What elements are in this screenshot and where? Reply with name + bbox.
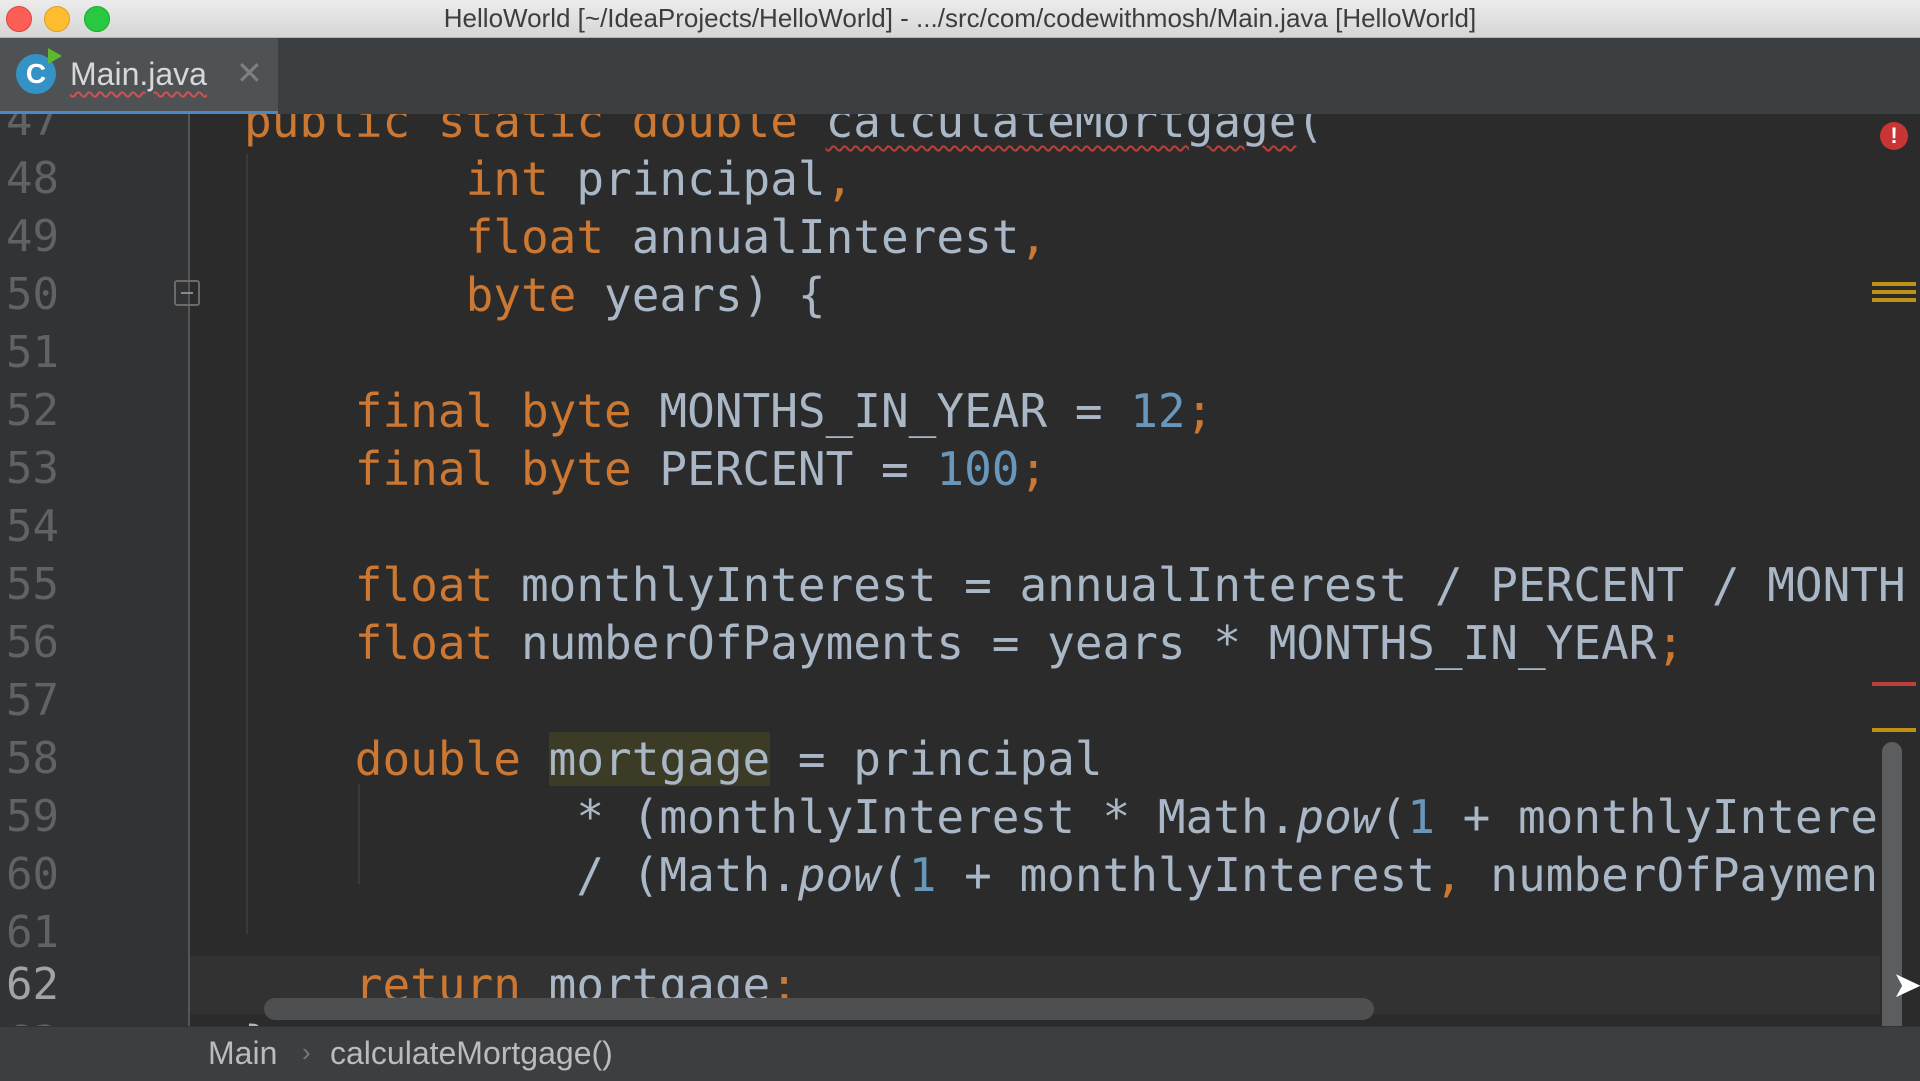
line-number: 60 (6, 849, 59, 900)
line-number: 63 (0, 1014, 66, 1026)
code-line: 47 public static double calculateMortgag… (0, 114, 1920, 150)
code-text: / (Math.pow(1 + monthlyInterest, numberO… (244, 848, 1879, 902)
code-text: final byte MONTHS_IN_YEAR = 12; (354, 384, 1214, 438)
line-number: 51 (6, 327, 59, 378)
code-line: 59 * (monthlyInterest * Math.pow(1 + mon… (0, 788, 1920, 846)
code-line: 52 final byte MONTHS_IN_YEAR = 12; (0, 382, 1920, 440)
code-text: public static double calculateMortgage( (244, 114, 1325, 148)
breadcrumb: Main › calculateMortgage() (0, 1026, 1920, 1081)
code-text: float monthlyInterest = annualInterest /… (354, 558, 1906, 612)
code-editor[interactable]: 47 public static double calculateMortgag… (0, 114, 1920, 1026)
code-text: float annualInterest, (465, 210, 1048, 264)
line-number: 49 (6, 211, 59, 262)
breadcrumb-item-method[interactable]: calculateMortgage() (330, 1035, 613, 1072)
code-text: double mortgage = principal (354, 732, 1103, 786)
title-bar: HelloWorld [~/IdeaProjects/HelloWorld] -… (0, 0, 1920, 38)
code-line: 50 byte years) { (0, 266, 1920, 324)
code-line: 60 / (Math.pow(1 + monthlyInterest, numb… (0, 846, 1920, 904)
tab-close-icon[interactable]: ✕ (236, 54, 263, 92)
run-indicator-icon (48, 48, 62, 64)
code-line: 49 float annualInterest, (0, 208, 1920, 266)
code-line: 61 (0, 904, 1920, 962)
window-title: HelloWorld [~/IdeaProjects/HelloWorld] -… (443, 3, 1477, 33)
line-number: 57 (6, 675, 59, 726)
line-number: 61 (6, 907, 59, 958)
code-line: 55 float monthlyInterest = annualInteres… (0, 556, 1920, 614)
code-line: 51 (0, 324, 1920, 382)
line-number: 48 (6, 153, 59, 204)
error-stripe[interactable] (1872, 682, 1916, 686)
code-line: 48 int principal, (0, 150, 1920, 208)
code-line: 54 (0, 498, 1920, 556)
line-number: 47 (6, 114, 59, 146)
horizontal-scrollbar[interactable] (264, 998, 1374, 1020)
code-text: int principal, (465, 152, 854, 206)
warning-stripe[interactable] (1872, 290, 1916, 294)
code-line: 57 (0, 672, 1920, 730)
line-number: 53 (6, 443, 59, 494)
line-number: 54 (6, 501, 59, 552)
line-number: 52 (6, 385, 59, 436)
error-indicator-icon[interactable]: ! (1880, 122, 1908, 150)
breadcrumb-item-main[interactable]: Main (208, 1035, 277, 1072)
line-number: 58 (6, 733, 59, 784)
warning-stripe[interactable] (1872, 728, 1916, 732)
warning-stripe[interactable] (1872, 298, 1916, 302)
code-line: 56 float numberOfPayments = years * MONT… (0, 614, 1920, 672)
mouse-pointer-icon: ➤ (1892, 964, 1920, 1005)
editor-tab-bar: C Main.java ✕ (0, 38, 1920, 116)
line-number: 56 (6, 617, 59, 668)
line-number: 50 (6, 269, 59, 320)
code-text: float numberOfPayments = years * MONTHS_… (354, 616, 1685, 670)
code-text: byte years) { (465, 268, 826, 322)
tab-main-java[interactable]: C Main.java ✕ (0, 38, 278, 116)
tab-label: Main.java (70, 56, 207, 92)
code-text: * (monthlyInterest * Math.pow(1 + monthl… (244, 790, 1878, 844)
code-line: 53 final byte PERCENT = 100; (0, 440, 1920, 498)
code-line: 58 double mortgage = principal (0, 730, 1920, 788)
code-text: final byte PERCENT = 100; (354, 442, 1048, 496)
line-number: 55 (6, 559, 59, 610)
line-number-current: 62 (6, 959, 59, 1010)
warning-stripe[interactable] (1872, 282, 1916, 286)
line-number: 59 (6, 791, 59, 842)
breadcrumb-separator-icon: › (302, 1037, 311, 1067)
